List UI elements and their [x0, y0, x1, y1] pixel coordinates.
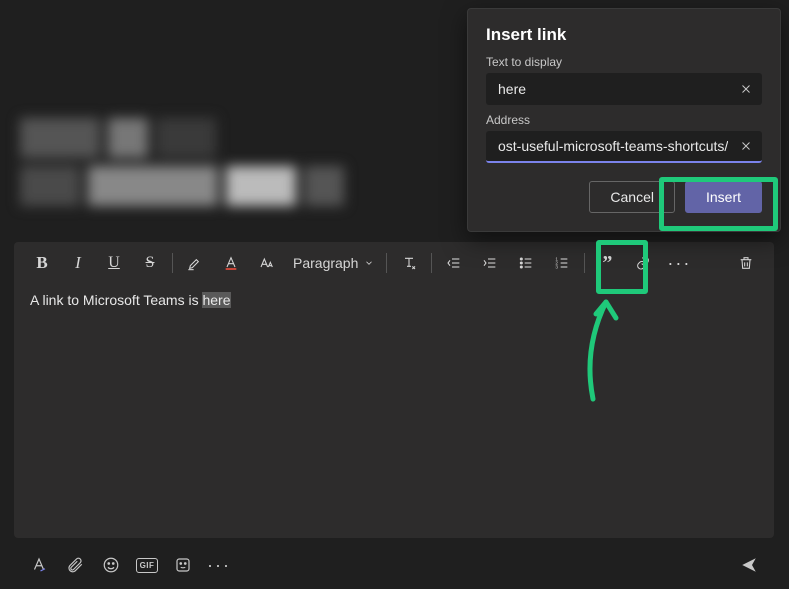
message-editor[interactable]: A link to Microsoft Teams is here [14, 284, 774, 316]
highlight-button[interactable] [177, 247, 213, 279]
attach-button[interactable] [64, 554, 86, 576]
close-icon [740, 83, 752, 95]
text-to-display-field-wrap [486, 73, 762, 105]
font-size-button[interactable] [249, 247, 285, 279]
more-options-button[interactable]: ··· [661, 247, 697, 279]
text-to-display-label: Text to display [486, 55, 762, 69]
indent-button[interactable] [472, 247, 508, 279]
clear-address-button[interactable] [736, 136, 756, 156]
dialog-title: Insert link [486, 25, 762, 45]
gif-label: GIF [136, 558, 159, 573]
paragraph-dropdown[interactable]: Paragraph [285, 247, 382, 279]
underline-button[interactable]: U [96, 247, 132, 279]
insert-link-dialog: Insert link Text to display Address ost-… [467, 8, 781, 232]
editor-selection: here [202, 292, 230, 308]
insert-link-button[interactable] [625, 247, 661, 279]
insert-button[interactable]: Insert [685, 181, 762, 213]
bulleted-list-button[interactable] [508, 247, 544, 279]
delete-button[interactable] [728, 247, 764, 279]
message-composer: B I U S Paragraph [14, 242, 774, 538]
close-icon [740, 140, 752, 152]
chevron-down-icon [364, 258, 374, 268]
cancel-button[interactable]: Cancel [589, 181, 675, 213]
svg-text:3: 3 [556, 264, 559, 269]
clear-text-button[interactable] [736, 79, 756, 99]
more-extensions-button[interactable]: ··· [208, 554, 230, 576]
dialog-actions: Cancel Insert [486, 181, 762, 213]
send-button[interactable] [738, 554, 760, 576]
editor-text: A link to Microsoft Teams is [30, 292, 202, 308]
format-toolbar: B I U S Paragraph [14, 242, 774, 284]
emoji-button[interactable] [100, 554, 122, 576]
redacted-content [20, 118, 358, 214]
font-color-button[interactable] [213, 247, 249, 279]
clear-formatting-button[interactable] [391, 247, 427, 279]
text-to-display-input[interactable] [498, 81, 732, 97]
bold-button[interactable]: B [24, 247, 60, 279]
separator [386, 253, 387, 273]
numbered-list-button[interactable]: 123 [544, 247, 580, 279]
separator [584, 253, 585, 273]
app-root: B I U S Paragraph [0, 0, 789, 589]
outdent-button[interactable] [436, 247, 472, 279]
compose-actions-bar: GIF ··· [14, 548, 774, 582]
quote-button[interactable]: ” [589, 247, 625, 279]
address-input[interactable]: ost-useful-microsoft-teams-shortcuts/ [498, 138, 728, 154]
sticker-button[interactable] [172, 554, 194, 576]
paragraph-label: Paragraph [293, 255, 358, 271]
italic-button[interactable]: I [60, 247, 96, 279]
strikethrough-button[interactable]: S [132, 247, 168, 279]
separator [172, 253, 173, 273]
format-button[interactable] [28, 554, 50, 576]
address-field-wrap: ost-useful-microsoft-teams-shortcuts/ [486, 131, 762, 163]
separator [431, 253, 432, 273]
gif-button[interactable]: GIF [136, 554, 158, 576]
address-label: Address [486, 113, 762, 127]
